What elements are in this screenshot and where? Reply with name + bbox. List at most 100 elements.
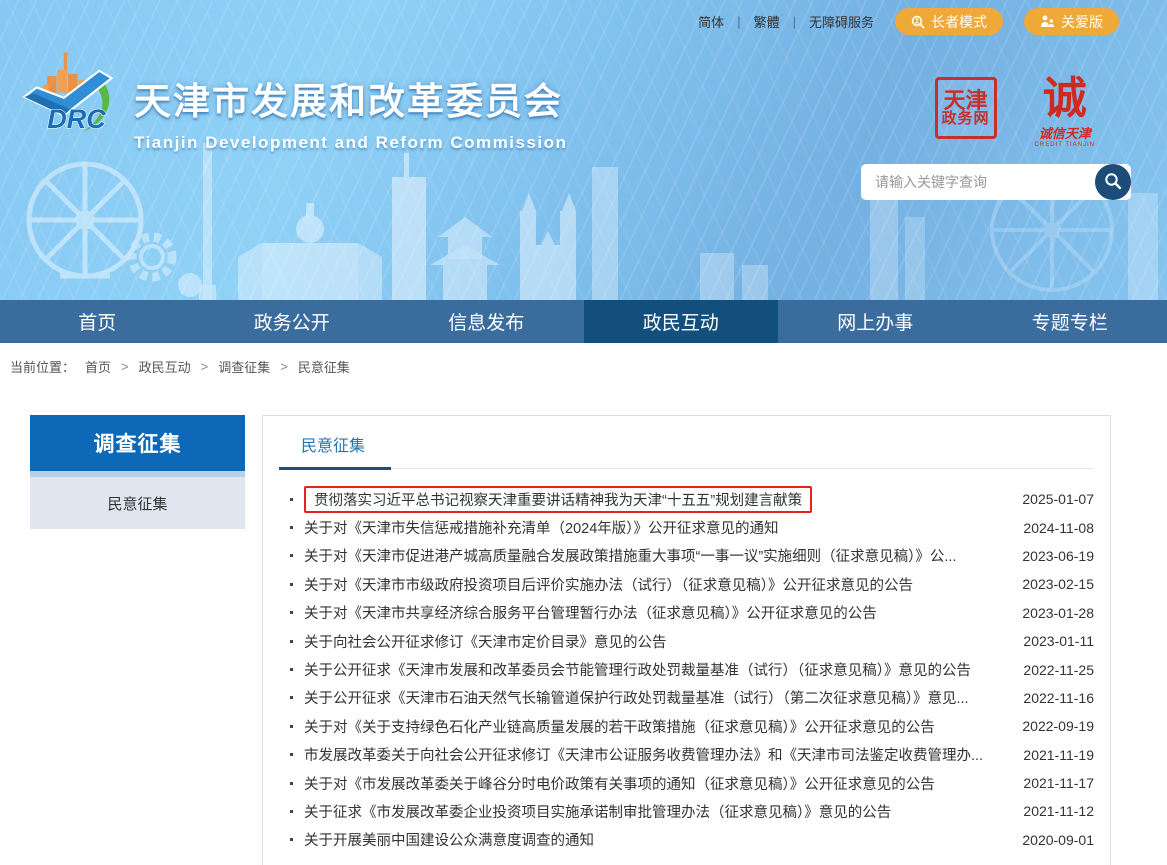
list-item-link[interactable]: 关于开展美丽中国建设公众满意度调查的通知 — [304, 829, 594, 850]
list-item[interactable]: 关于征求《市发展改革委企业投资项目实施承诺制审批管理办法（征求意见稿）》意见的公… — [279, 797, 1094, 825]
sidebar: 调查征集 民意征集 — [30, 415, 245, 529]
list-item[interactable]: 关于公开征求《天津市发展和改革委员会节能管理行政处罚裁量基准（试行）（征求意见稿… — [279, 655, 1094, 683]
tianjin-gov-seal[interactable]: 天津 政务网 — [935, 77, 997, 139]
bullet-icon — [290, 668, 293, 671]
breadcrumb-public-opinion[interactable]: 民意征集 — [298, 357, 350, 376]
list-item[interactable]: 关于对《关于支持绿色石化产业链高质量发展的若干政策措施（征求意见稿）》公开征求意… — [279, 712, 1094, 740]
list-item-title-wrap: 关于公开征求《天津市发展和改革委员会节能管理行政处罚裁量基准（试行）（征求意见稿… — [304, 659, 971, 680]
list-item-title-wrap: 关于对《天津市市级政府投资项目后评价实施办法（试行）（征求意见稿）》公开征求意见… — [304, 574, 913, 595]
list-item[interactable]: 关于对《天津市市级政府投资项目后评价实施办法（试行）（征求意见稿）》公开征求意见… — [279, 570, 1094, 598]
bullet-icon — [290, 498, 293, 501]
list-item-date: 2022-11-16 — [1007, 690, 1094, 706]
list-item[interactable]: 关于对《天津市失信惩戒措施补充清单（2024年版）》公开征求意见的通知 2024… — [279, 513, 1094, 541]
topbar: 简体 | 繁體 | 无障碍服务 长者模式 关爱版 — [0, 0, 1167, 35]
search-input[interactable] — [861, 164, 1131, 200]
lang-traditional-link[interactable]: 繁體 — [754, 12, 780, 31]
list-item-date: 2022-09-19 — [1006, 718, 1094, 734]
list-item-link[interactable]: 关于向社会公开征求修订《天津市定价目录》意见的公告 — [304, 631, 667, 652]
seal-caption-en: CREDIT TIANJIN — [1035, 142, 1095, 148]
list-item-date: 2021-11-17 — [1007, 775, 1094, 791]
bullet-icon — [290, 838, 293, 841]
care-version-label: 关爱版 — [1061, 12, 1103, 32]
breadcrumb-separator: > — [280, 359, 288, 374]
bullet-icon — [290, 753, 293, 756]
site-title-block: 天津市发展和改革委员会 Tianjin Development and Refo… — [134, 71, 567, 153]
list-item[interactable]: 市发展改革委关于向社会公开征求修订《天津市公证服务收费管理办法》和《天津市司法鉴… — [279, 741, 1094, 769]
list-item-link[interactable]: 关于公开征求《天津市石油天然气长输管道保护行政处罚裁量基准（试行）（第二次征求意… — [304, 687, 969, 708]
list-item[interactable]: 关于对《市发展改革委关于峰谷分时电价政策有关事项的通知（征求意见稿）》公开征求意… — [279, 769, 1094, 797]
care-people-icon — [1040, 15, 1055, 28]
list-item[interactable]: 关于向社会公开征求修订《天津市定价目录》意见的公告 2023-01-11 — [279, 627, 1094, 655]
svg-text:DRC: DRC — [47, 104, 106, 134]
list-item-date: 2021-11-12 — [1007, 803, 1094, 819]
search-button[interactable] — [1095, 164, 1131, 200]
list-item-link[interactable]: 关于征求《市发展改革委企业投资项目实施承诺制审批管理办法（征求意见稿）》意见的公… — [304, 801, 891, 822]
list-item-link[interactable]: 关于对《关于支持绿色石化产业链高质量发展的若干政策措施（征求意见稿）》公开征求意… — [304, 716, 935, 737]
bullet-icon — [290, 725, 293, 728]
list-item-link[interactable]: 市发展改革委关于向社会公开征求修订《天津市公证服务收费管理办法》和《天津市司法鉴… — [304, 744, 983, 765]
bullet-icon — [290, 640, 293, 643]
list-item-link[interactable]: 关于对《天津市共享经济综合服务平台管理暂行办法（征求意见稿）》公开征求意见的公告 — [304, 602, 877, 623]
seal-line1: 天津 — [944, 89, 988, 112]
tab-bar: 民意征集 — [279, 418, 1094, 469]
nav-item-online-services[interactable]: 网上办事 — [778, 300, 973, 343]
site-header: DRC 天津市发展和改革委员会 Tianjin Development and … — [0, 35, 1167, 200]
main-panel: 民意征集 贯彻落实习近平总书记视察天津重要讲话精神我为天津“十五五”规划建言献策… — [262, 415, 1111, 865]
seal-line2: 政务网 — [942, 112, 990, 128]
bullet-icon — [290, 810, 293, 813]
content-area: 调查征集 民意征集 民意征集 贯彻落实习近平总书记视察天津重要讲话精神我为天津“… — [0, 413, 1167, 865]
list-item-date: 2023-01-11 — [1007, 633, 1094, 649]
drc-logo[interactable]: DRC — [16, 49, 120, 153]
list-item-link[interactable]: 贯彻落实习近平总书记视察天津重要讲话精神我为天津“十五五”规划建言献策 — [314, 489, 802, 510]
list-item-link[interactable]: 关于对《天津市失信惩戒措施补充清单（2024年版）》公开征求意见的通知 — [304, 517, 779, 538]
list-item-date: 2022-11-25 — [1007, 662, 1094, 678]
list-item-link[interactable]: 关于公开征求《天津市发展和改革委员会节能管理行政处罚裁量基准（试行）（征求意见稿… — [304, 659, 971, 680]
list-item-title-wrap: 关于开展美丽中国建设公众满意度调查的通知 — [304, 829, 594, 850]
sidebar-item-public-opinion[interactable]: 民意征集 — [30, 477, 245, 529]
nav-item-info-release[interactable]: 信息发布 — [389, 300, 584, 343]
list-item-date: 2024-11-08 — [1007, 520, 1094, 536]
breadcrumb-home[interactable]: 首页 — [85, 357, 111, 376]
nav-item-special-topics[interactable]: 专题专栏 — [973, 300, 1167, 343]
list-item[interactable]: 关于公开征求《天津市石油天然气长输管道保护行政处罚裁量基准（试行）（第二次征求意… — [279, 684, 1094, 712]
list-item-link[interactable]: 关于对《市发展改革委关于峰谷分时电价政策有关事项的通知（征求意见稿）》公开征求意… — [304, 773, 935, 794]
list-item-link[interactable]: 关于对《天津市市级政府投资项目后评价实施办法（试行）（征求意见稿）》公开征求意见… — [304, 574, 913, 595]
care-version-button[interactable]: 关爱版 — [1024, 8, 1119, 35]
nav-item-home[interactable]: 首页 — [0, 300, 195, 343]
accessibility-link[interactable]: 无障碍服务 — [809, 12, 874, 31]
credit-tianjin-seal[interactable]: 诚 诚信天津 CREDIT TIANJIN — [1035, 77, 1095, 148]
list-item-date: 2023-01-28 — [1006, 605, 1094, 621]
seal-char: 诚 — [1043, 77, 1087, 121]
list-item-title-wrap: 关于公开征求《天津市石油天然气长输管道保护行政处罚裁量基准（试行）（第二次征求意… — [304, 687, 969, 708]
seals: 天津 政务网 诚 诚信天津 CREDIT TIANJIN — [935, 77, 1095, 148]
elder-mode-icon — [911, 15, 925, 29]
elder-mode-button[interactable]: 长者模式 — [895, 8, 1003, 35]
nav-item-public-interaction[interactable]: 政民互动 — [584, 300, 779, 343]
list-item-title-wrap: 关于对《天津市失信惩戒措施补充清单（2024年版）》公开征求意见的通知 — [304, 517, 779, 538]
site-title: 天津市发展和改革委员会 — [134, 71, 567, 125]
seal-caption-cn: 诚信天津 — [1039, 123, 1091, 142]
bullet-icon — [290, 526, 293, 529]
list-item-title-wrap: 关于对《市发展改革委关于峰谷分时电价政策有关事项的通知（征求意见稿）》公开征求意… — [304, 773, 935, 794]
list-item[interactable]: 关于对《天津市促进港产城高质量融合发展政策措施重大事项“一事一议”实施细则（征求… — [279, 542, 1094, 570]
nav-item-gov-affairs[interactable]: 政务公开 — [195, 300, 390, 343]
list-item-date: 2023-02-15 — [1006, 576, 1094, 592]
breadcrumb-public-interaction[interactable]: 政民互动 — [139, 357, 191, 376]
main-nav: 首页 政务公开 信息发布 政民互动 网上办事 专题专栏 — [0, 300, 1167, 343]
list-item[interactable]: 关于开展美丽中国建设公众满意度调查的通知 2020-09-01 — [279, 826, 1094, 854]
list-item-title-wrap: 关于征求《市发展改革委企业投资项目实施承诺制审批管理办法（征求意见稿）》意见的公… — [304, 801, 891, 822]
bullet-icon — [290, 554, 293, 557]
tab-public-opinion[interactable]: 民意征集 — [279, 418, 387, 468]
list-item-title-wrap: 关于向社会公开征求修订《天津市定价目录》意见的公告 — [304, 631, 667, 652]
breadcrumb-prefix: 当前位置： — [10, 357, 75, 376]
topbar-divider: | — [793, 14, 796, 29]
breadcrumb-separator: > — [121, 359, 129, 374]
breadcrumb-survey-collection[interactable]: 调查征集 — [218, 357, 270, 376]
bullet-icon — [290, 611, 293, 614]
list-item[interactable]: 贯彻落实习近平总书记视察天津重要讲话精神我为天津“十五五”规划建言献策 2025… — [279, 485, 1094, 513]
list-item[interactable]: 关于对《天津市共享经济综合服务平台管理暂行办法（征求意见稿）》公开征求意见的公告… — [279, 599, 1094, 627]
list-item-link[interactable]: 关于对《天津市促进港产城高质量融合发展政策措施重大事项“一事一议”实施细则（征求… — [304, 545, 957, 566]
bullet-icon — [290, 782, 293, 785]
list-item-date: 2023-06-19 — [1006, 548, 1094, 564]
lang-simplified-link[interactable]: 简体 — [698, 12, 724, 31]
